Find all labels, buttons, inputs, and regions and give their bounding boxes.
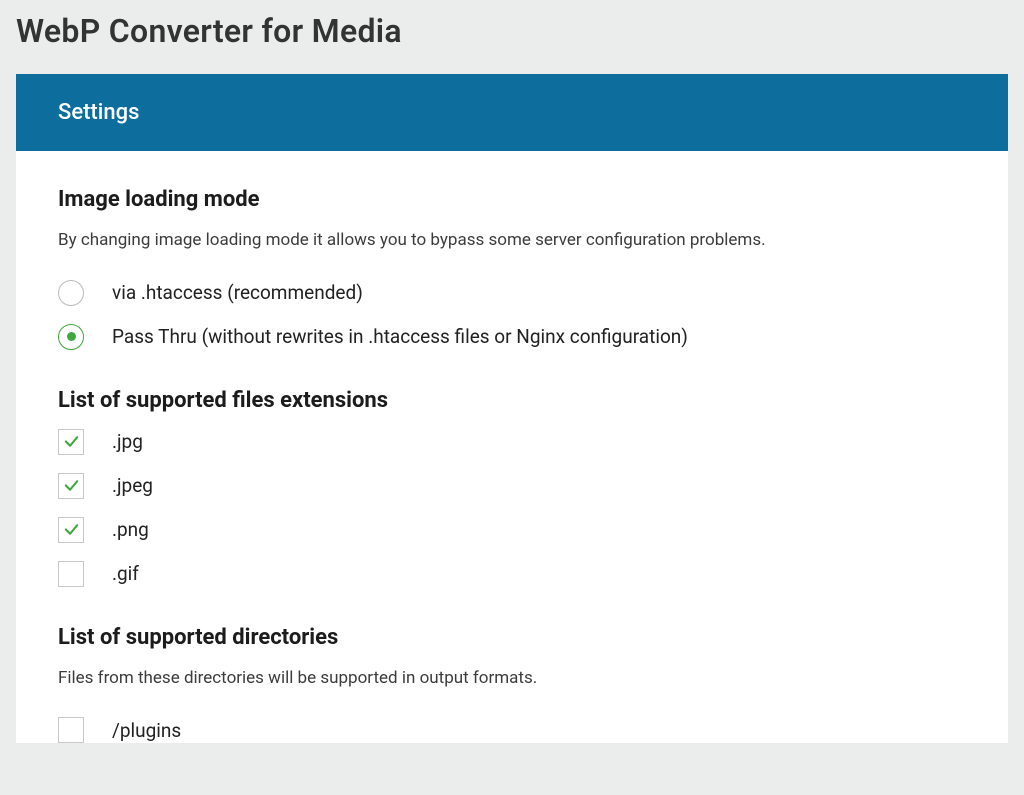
section-title-directories: List of supported directories bbox=[58, 625, 966, 650]
checkbox-icon[interactable] bbox=[58, 717, 84, 743]
radio-option-passthru[interactable]: Pass Thru (without rewrites in .htaccess… bbox=[58, 324, 966, 350]
radio-icon[interactable] bbox=[58, 280, 84, 306]
checkbox-option-jpg[interactable]: .jpg bbox=[58, 429, 966, 455]
section-loading-mode: Image loading mode By changing image loa… bbox=[58, 187, 966, 350]
panel-body: Image loading mode By changing image loa… bbox=[16, 151, 1008, 743]
radio-icon[interactable] bbox=[58, 324, 84, 350]
section-extensions: List of supported files extensions .jpg … bbox=[58, 388, 966, 587]
checkbox-label: .jpg bbox=[112, 430, 143, 453]
settings-panel: Settings Image loading mode By changing … bbox=[16, 74, 1008, 743]
section-directories: List of supported directories Files from… bbox=[58, 625, 966, 744]
radio-label: via .htaccess (recommended) bbox=[112, 281, 363, 304]
section-desc-directories: Files from these directories will be sup… bbox=[58, 666, 966, 692]
checkbox-option-jpeg[interactable]: .jpeg bbox=[58, 473, 966, 499]
checkbox-label: .gif bbox=[112, 562, 139, 585]
section-desc-loading-mode: By changing image loading mode it allows… bbox=[58, 228, 966, 254]
panel-header: Settings bbox=[16, 74, 1008, 151]
section-title-loading-mode: Image loading mode bbox=[58, 187, 966, 212]
checkbox-icon[interactable] bbox=[58, 473, 84, 499]
section-title-extensions: List of supported files extensions bbox=[58, 388, 966, 413]
checkbox-label: .png bbox=[112, 518, 149, 541]
page-title: WebP Converter for Media bbox=[0, 0, 1024, 74]
checkbox-option-gif[interactable]: .gif bbox=[58, 561, 966, 587]
checkbox-label: .jpeg bbox=[112, 474, 153, 497]
checkbox-icon[interactable] bbox=[58, 561, 84, 587]
radio-label: Pass Thru (without rewrites in .htaccess… bbox=[112, 325, 688, 348]
checkbox-icon[interactable] bbox=[58, 517, 84, 543]
checkbox-option-plugins[interactable]: /plugins bbox=[58, 717, 966, 743]
checkbox-label: /plugins bbox=[112, 719, 181, 742]
checkbox-icon[interactable] bbox=[58, 429, 84, 455]
checkbox-option-png[interactable]: .png bbox=[58, 517, 966, 543]
radio-option-htaccess[interactable]: via .htaccess (recommended) bbox=[58, 280, 966, 306]
